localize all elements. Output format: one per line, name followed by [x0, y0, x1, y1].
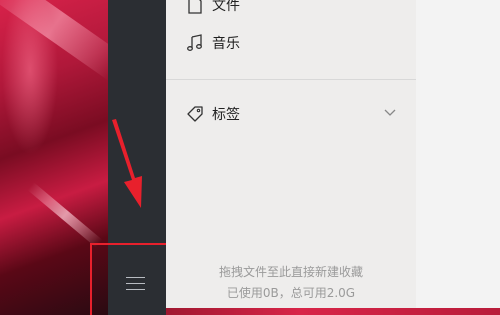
nav-item-tags[interactable]: 标签: [186, 103, 240, 125]
collection-panel: 文件 音乐 标签 拖拽文件至此直接新建收藏 已使用0B，总可用2.0G: [166, 0, 416, 308]
nav-item-files-label: 文件: [212, 0, 240, 14]
nav-item-music[interactable]: 音乐: [186, 32, 240, 54]
chevron-down-icon[interactable]: [384, 106, 396, 118]
desktop-wallpaper-strip: [166, 308, 500, 315]
nav-item-music-label: 音乐: [212, 36, 240, 52]
tag-icon: [187, 106, 203, 122]
section-divider: [166, 79, 416, 80]
drag-drop-hint: 拖拽文件至此直接新建收藏: [218, 265, 363, 279]
file-icon: [188, 0, 202, 14]
annotation-arrow-icon: [112, 119, 142, 208]
content-area: [416, 0, 500, 308]
nav-item-tags-label: 标签: [212, 107, 240, 123]
wallpaper-light-streak: [0, 0, 126, 81]
storage-usage-text: 已使用0B，总可用2.0G: [226, 286, 356, 300]
music-note-icon: [187, 34, 202, 51]
nav-item-files[interactable]: 文件: [186, 0, 240, 16]
wallpaper-light-streak: [27, 182, 103, 248]
screen: 文件 音乐 标签 拖拽文件至此直接新建收藏 已使用0B，总可用2.0G: [0, 0, 500, 315]
